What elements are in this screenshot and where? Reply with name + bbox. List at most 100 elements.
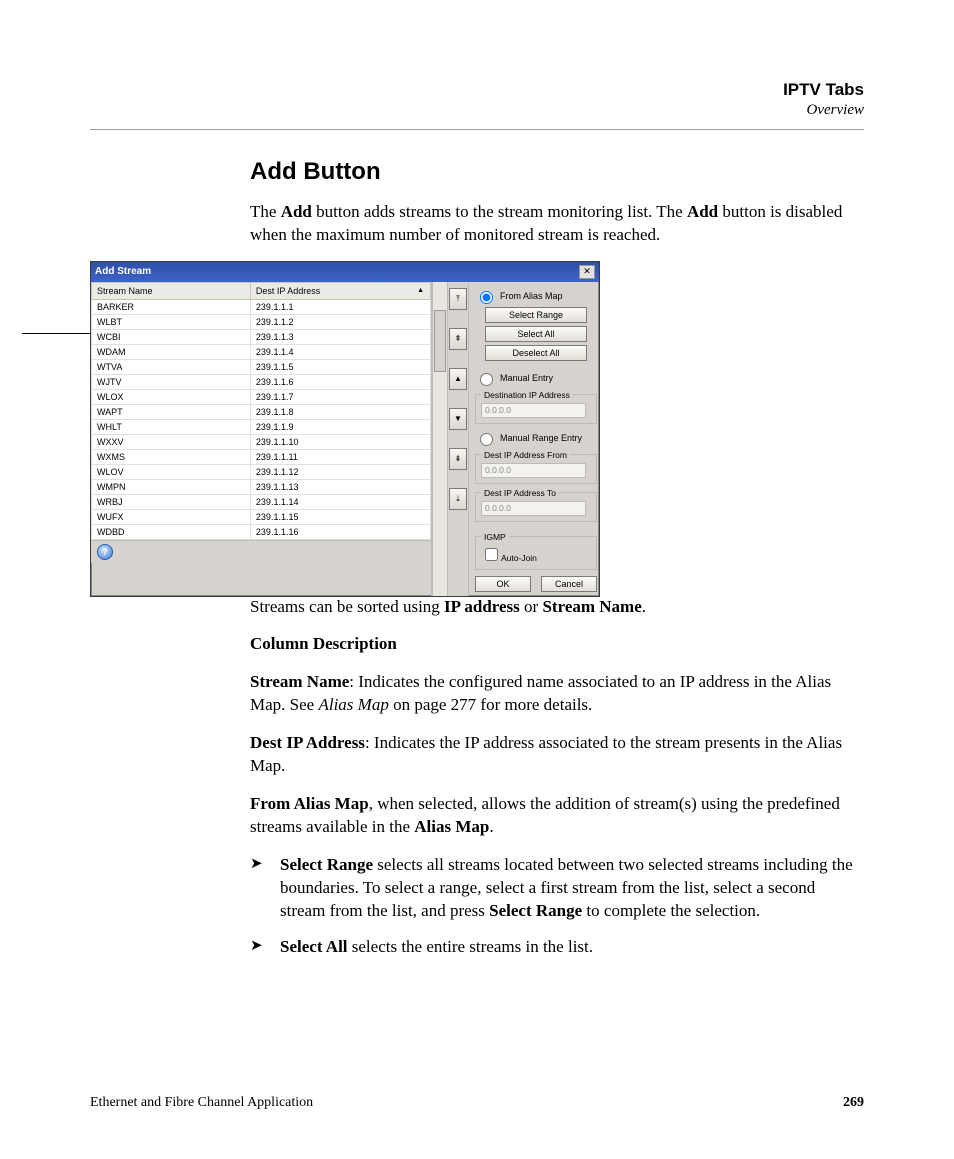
cell-stream-name: WAPT: [92, 404, 251, 419]
cell-dest-ip: 239.1.1.2: [250, 314, 430, 329]
streams-table: Stream Name Dest IP Address BARKER239.1.…: [91, 282, 431, 540]
column-header-stream-name[interactable]: Stream Name: [92, 282, 251, 299]
move-pagedown-button[interactable]: ⇟: [449, 448, 467, 470]
cell-stream-name: WTVA: [92, 359, 251, 374]
cell-stream-name: WUFX: [92, 509, 251, 524]
sort-paragraph: Streams can be sorted using IP address o…: [250, 595, 864, 618]
cell-dest-ip: 239.1.1.11: [250, 449, 430, 464]
cell-dest-ip: 239.1.1.15: [250, 509, 430, 524]
move-down-button[interactable]: ▼: [449, 408, 467, 430]
checkbox-label: Auto-Join: [501, 553, 537, 563]
move-up-button[interactable]: ▲: [449, 368, 467, 390]
ip-from-input[interactable]: 0.0.0.0: [481, 463, 586, 478]
cell-stream-name: WLOX: [92, 389, 251, 404]
manual-entry-fieldset: Destination IP Address 0.0.0.0: [475, 390, 597, 424]
text-fragment: selects the entire streams in the list.: [348, 937, 594, 956]
cell-dest-ip: 239.1.1.6: [250, 374, 430, 389]
ok-button[interactable]: OK: [475, 576, 531, 592]
auto-join-checkbox[interactable]: Auto-Join: [481, 553, 537, 563]
cell-dest-ip: 239.1.1.13: [250, 479, 430, 494]
radio-label: From Alias Map: [500, 291, 563, 301]
text-italic: Alias Map: [318, 695, 388, 714]
table-row[interactable]: BARKER239.1.1.1: [92, 299, 431, 314]
table-row[interactable]: WUFX239.1.1.15: [92, 509, 431, 524]
table-row[interactable]: WLOV239.1.1.12: [92, 464, 431, 479]
section-heading: Add Button: [250, 158, 864, 186]
text-fragment: button adds streams to the stream monito…: [312, 202, 687, 221]
move-pageup-button[interactable]: ⇞: [449, 328, 467, 350]
cell-stream-name: WJTV: [92, 374, 251, 389]
text-fragment: to complete the selection.: [582, 901, 760, 920]
table-row[interactable]: WXMS239.1.1.11: [92, 449, 431, 464]
cell-stream-name: WMPN: [92, 479, 251, 494]
ip-to-fieldset: Dest IP Address To 0.0.0.0: [475, 488, 597, 522]
table-row[interactable]: WLOX239.1.1.7: [92, 389, 431, 404]
cell-stream-name: WXXV: [92, 434, 251, 449]
cell-dest-ip: 239.1.1.14: [250, 494, 430, 509]
text-bold: Stream Name: [542, 597, 641, 616]
dest-ip-input[interactable]: 0.0.0.0: [481, 403, 586, 418]
checkbox-input[interactable]: [485, 548, 498, 561]
move-top-button[interactable]: ⤒: [449, 288, 467, 310]
table-row[interactable]: WRBJ239.1.1.14: [92, 494, 431, 509]
from-alias-map-radio[interactable]: From Alias Map: [475, 288, 597, 304]
select-all-button[interactable]: Select All: [485, 326, 587, 342]
text-fragment: or: [520, 597, 543, 616]
text-bold: From Alias Map: [250, 794, 369, 813]
column-description-heading: Column Description: [250, 632, 864, 655]
table-row[interactable]: WTVA239.1.1.5: [92, 359, 431, 374]
select-range-button[interactable]: Select Range: [485, 307, 587, 323]
table-row[interactable]: WCBI239.1.1.3: [92, 329, 431, 344]
close-icon[interactable]: ✕: [579, 265, 595, 279]
cell-dest-ip: 239.1.1.1: [250, 299, 430, 314]
manual-entry-radio[interactable]: Manual Entry: [475, 370, 597, 386]
text-fragment: The: [250, 202, 281, 221]
fieldset-legend: Destination IP Address: [481, 390, 573, 400]
cell-dest-ip: 239.1.1.8: [250, 404, 430, 419]
cell-stream-name: BARKER: [92, 299, 251, 314]
table-row[interactable]: WXXV239.1.1.10: [92, 434, 431, 449]
cell-dest-ip: 239.1.1.9: [250, 419, 430, 434]
radio-input[interactable]: [480, 373, 493, 386]
deselect-all-button[interactable]: Deselect All: [485, 345, 587, 361]
text-bold: Select Range: [280, 855, 373, 874]
cell-stream-name: WHLT: [92, 419, 251, 434]
text-bold: IP address: [444, 597, 520, 616]
table-row[interactable]: WDAM239.1.1.4: [92, 344, 431, 359]
ip-to-input[interactable]: 0.0.0.0: [481, 501, 586, 516]
cell-stream-name: WCBI: [92, 329, 251, 344]
table-row[interactable]: WLBT239.1.1.2: [92, 314, 431, 329]
manual-range-radio[interactable]: Manual Range Entry: [475, 430, 597, 446]
cell-stream-name: WDBD: [92, 524, 251, 539]
cell-stream-name: WRBJ: [92, 494, 251, 509]
radio-input[interactable]: [480, 433, 493, 446]
dest-ip-description: Dest IP Address: Indicates the IP addres…: [250, 731, 864, 778]
column-header-dest-ip[interactable]: Dest IP Address: [250, 282, 430, 299]
radio-input[interactable]: [480, 291, 493, 304]
table-row[interactable]: WHLT239.1.1.9: [92, 419, 431, 434]
scrollbar-thumb[interactable]: [434, 310, 446, 372]
cell-stream-name: WXMS: [92, 449, 251, 464]
table-row[interactable]: WMPN239.1.1.13: [92, 479, 431, 494]
text-fragment: .: [642, 597, 646, 616]
divider: [90, 129, 864, 130]
page-running-head-subtitle: Overview: [90, 102, 864, 119]
table-row[interactable]: WAPT239.1.1.8: [92, 404, 431, 419]
scrollbar[interactable]: [432, 282, 448, 596]
cell-dest-ip: 239.1.1.5: [250, 359, 430, 374]
table-row[interactable]: WJTV239.1.1.6: [92, 374, 431, 389]
radio-label: Manual Range Entry: [500, 433, 582, 443]
cancel-button[interactable]: Cancel: [541, 576, 597, 592]
move-bottom-button[interactable]: ⤓: [449, 488, 467, 510]
cell-stream-name: WDAM: [92, 344, 251, 359]
table-row[interactable]: WDBD239.1.1.16: [92, 524, 431, 539]
ip-from-fieldset: Dest IP Address From 0.0.0.0: [475, 450, 597, 484]
cell-dest-ip: 239.1.1.4: [250, 344, 430, 359]
help-icon[interactable]: ?: [97, 544, 113, 560]
callout-label: Alias map list: [0, 325, 20, 368]
from-alias-paragraph: From Alias Map, when selected, allows th…: [250, 792, 864, 839]
stream-name-description: Stream Name: Indicates the configured na…: [250, 670, 864, 717]
fieldset-legend: Dest IP Address To: [481, 488, 559, 498]
text-fragment: on page 277 for more details.: [389, 695, 592, 714]
list-item: Select All selects the entire streams in…: [250, 935, 864, 958]
